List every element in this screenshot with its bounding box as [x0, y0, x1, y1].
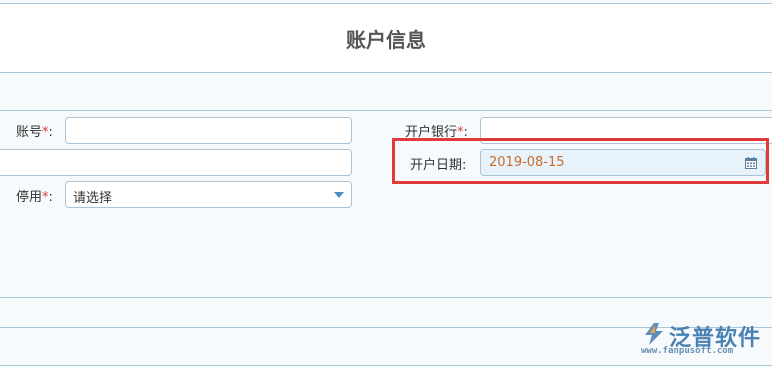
account-no-input[interactable] [65, 117, 352, 144]
unlabeled-input[interactable] [0, 149, 352, 176]
fanpu-logo-icon [645, 323, 663, 345]
section-divider [0, 110, 772, 111]
bottom-divider-3 [0, 365, 772, 366]
watermark-url: www.fanpusoft.com [641, 346, 734, 356]
highlight-annotation-box [392, 138, 769, 184]
page-title: 账户信息 [346, 28, 426, 52]
disabled-select[interactable]: 请选择 [65, 181, 352, 208]
bottom-divider-1 [0, 297, 772, 298]
disabled-select-value: 请选择 [73, 191, 113, 206]
title-divider [0, 72, 772, 73]
disabled-label: 停用*: [16, 190, 53, 205]
account-no-label: 账号*: [16, 125, 53, 140]
chevron-down-icon[interactable] [334, 192, 344, 198]
